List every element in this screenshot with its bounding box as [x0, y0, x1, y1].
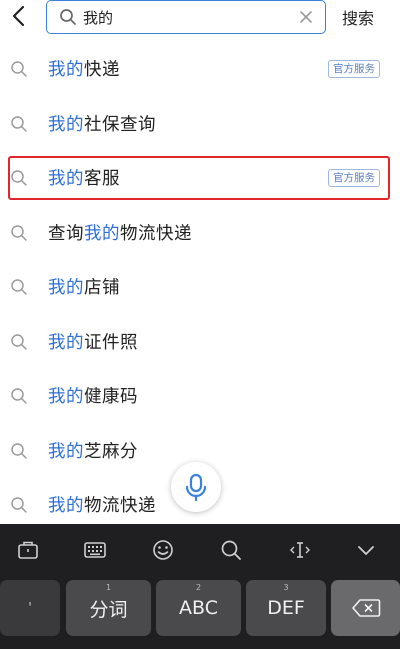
suggestion-item[interactable]: 我的客服 官方服务	[0, 151, 400, 206]
search-icon	[60, 9, 76, 25]
suggestion-text: 我的店铺	[48, 274, 120, 299]
suggestion-highlight: 我的	[48, 60, 84, 80]
search-header: 搜索	[0, 0, 400, 36]
suggestion-text: 我的健康码	[48, 383, 138, 408]
suggestion-highlight: 我的	[84, 223, 120, 244]
key-label: '	[28, 600, 32, 616]
search-button[interactable]: 搜索	[342, 5, 374, 29]
key-apostrophe[interactable]: '	[0, 580, 60, 636]
suggestion-suffix: 店铺	[84, 278, 120, 298]
backspace-icon	[351, 599, 380, 617]
search-icon	[11, 279, 27, 295]
voice-input-button[interactable]	[171, 462, 221, 512]
suggestion-item[interactable]: 我的快递 官方服务	[0, 42, 400, 97]
keyboard-toolbar	[0, 524, 400, 574]
suggestion-highlight: 我的	[48, 441, 84, 462]
suggestion-suffix: 证件照	[84, 332, 138, 353]
key-label: DEF	[267, 597, 305, 619]
key-number: 2	[195, 583, 202, 592]
suggestion-item[interactable]: 我的店铺	[0, 260, 400, 315]
suggestion-text: 我的社保查询	[48, 111, 156, 136]
microphone-icon	[185, 473, 207, 501]
suggestion-suffix: 物流快递	[84, 496, 156, 516]
suggestion-item[interactable]: 我的社保查询	[0, 97, 400, 152]
suggestion-highlight: 我的	[48, 332, 84, 353]
search-icon	[11, 61, 27, 77]
suggestion-highlight: 我的	[48, 278, 84, 298]
suggestion-highlight: 我的	[48, 114, 84, 135]
key-label: 分词	[89, 598, 128, 621]
back-arrow-icon[interactable]	[8, 4, 32, 28]
suggestion-item[interactable]: 我的健康码	[0, 369, 400, 424]
key-number: 3	[283, 583, 289, 592]
key-label: ABC	[179, 597, 218, 619]
key-fenci[interactable]: 1 分词	[66, 580, 151, 636]
suggestion-suffix: 物流快递	[120, 223, 192, 244]
search-icon	[11, 224, 27, 241]
suggestion-prefix: 查询	[48, 223, 84, 244]
search-box[interactable]	[46, 0, 326, 34]
keyboard: ' 1 分词 2 ABC 3 DEF	[0, 524, 400, 649]
key-abc[interactable]: 2 ABC	[156, 580, 241, 636]
search-icon	[11, 115, 27, 132]
official-service-badge: 官方服务	[328, 60, 380, 78]
cursor-icon[interactable]	[287, 537, 313, 563]
key-def[interactable]: 3 DEF	[246, 580, 326, 636]
chevron-down-icon[interactable]	[353, 537, 379, 563]
suggestion-highlight: 我的	[48, 496, 84, 516]
suggestion-text: 我的芝麻分	[48, 438, 138, 463]
suggestion-list: 我的快递 官方服务 我的社保查询 我的客服 官方服务 查询我的物流快递 我的店铺 我的证件照我…	[0, 42, 400, 533]
search-icon	[11, 497, 27, 513]
suggestion-suffix: 快递	[84, 60, 120, 80]
suggestion-text: 我的证件照	[48, 329, 138, 354]
suggestion-suffix: 社保查询	[84, 114, 156, 135]
clear-icon[interactable]	[297, 8, 315, 26]
briefcase-icon[interactable]	[15, 537, 41, 563]
suggestion-suffix: 芝麻分	[84, 441, 138, 462]
search-icon	[11, 442, 27, 459]
suggestion-text: 我的物流快递	[48, 492, 156, 517]
search-icon[interactable]	[218, 537, 244, 563]
key-backspace[interactable]	[331, 580, 400, 636]
keyboard-icon[interactable]	[82, 537, 108, 563]
emoji-icon[interactable]	[150, 537, 176, 563]
search-icon	[11, 388, 27, 404]
search-icon	[11, 333, 27, 350]
suggestion-text: 我的快递	[48, 56, 120, 81]
search-input[interactable]	[83, 5, 283, 29]
suggestion-suffix: 健康码	[84, 387, 138, 407]
suggestion-text: 查询我的物流快递	[48, 220, 192, 245]
key-number: 1	[105, 583, 112, 592]
suggestion-item[interactable]: 我的证件照	[0, 315, 400, 370]
suggestion-highlight: 我的	[48, 387, 84, 407]
suggestion-item[interactable]: 查询我的物流快递	[0, 206, 400, 261]
selection-highlight-frame	[8, 156, 390, 200]
